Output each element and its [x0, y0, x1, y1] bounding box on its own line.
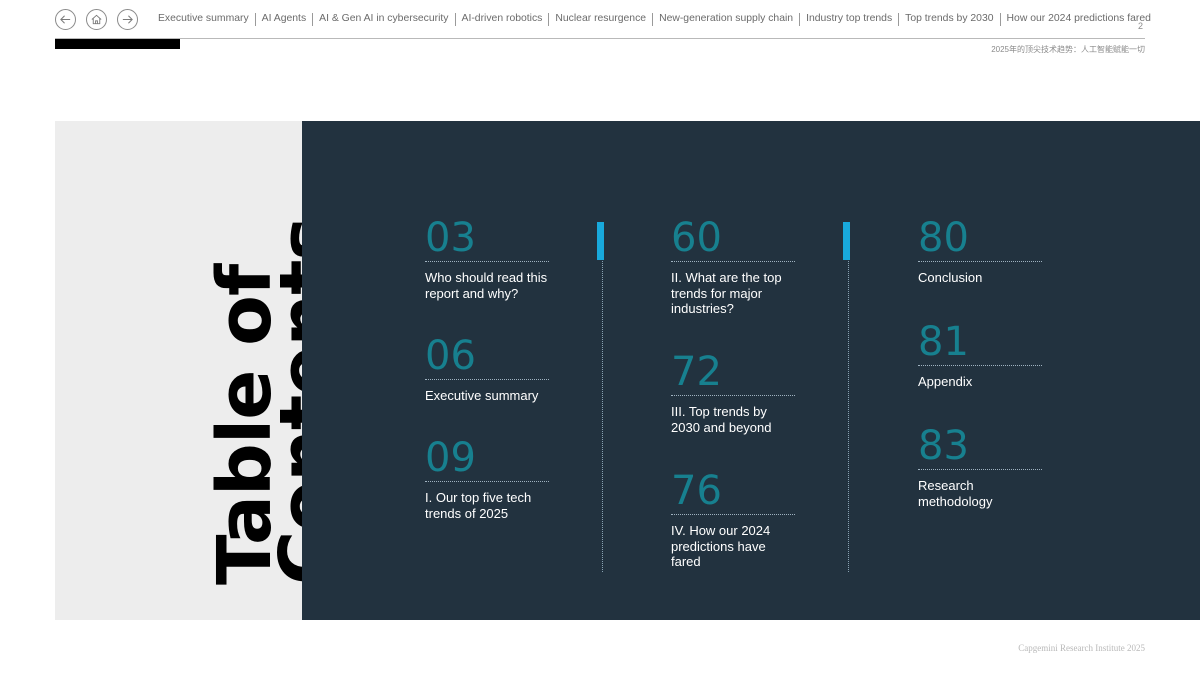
document-subtitle: 2025年的顶尖技术趋势：人工智能赋能一切	[991, 45, 1145, 54]
toc-entry-label: Executive summary	[425, 388, 539, 403]
nav-link-2024-predictions[interactable]: How our 2024 predictions fared	[1001, 12, 1157, 26]
column-accent-bar	[843, 222, 850, 260]
toc-entry-rule	[918, 261, 1042, 262]
toc-entry-rule	[671, 514, 795, 515]
toc-entry-label: Research methodology	[918, 478, 993, 509]
home-button[interactable]	[86, 9, 107, 30]
toc-entry-label: Conclusion	[918, 270, 983, 285]
toc-page-number: 76	[671, 468, 722, 514]
toc-entry[interactable]: 72 III. Top trends by 2030 and beyond	[671, 351, 796, 435]
toc-entry-rule	[425, 261, 549, 262]
nav-link-industry-trends[interactable]: Industry top trends	[800, 12, 898, 26]
nav-link-trends-2030[interactable]: Top trends by 2030	[899, 12, 999, 26]
top-navigation: Executive summary AI Agents AI & Gen AI …	[152, 12, 1157, 26]
toc-page-number: 81	[918, 319, 969, 365]
nav-link-executive-summary[interactable]: Executive summary	[152, 12, 255, 26]
toc-entry-rule	[671, 395, 795, 396]
toc-entry[interactable]: 60 II. What are the top trends for major…	[671, 217, 796, 317]
toc-entry-rule	[918, 365, 1042, 366]
toc-entry-rule	[671, 261, 795, 262]
toc-entry[interactable]: 09 I. Our top five tech trends of 2025	[425, 437, 550, 521]
column-divider	[848, 222, 849, 572]
toc-entry-label: Who should read this report and why?	[425, 270, 548, 301]
page-number: 2	[1138, 21, 1144, 31]
toc-entry[interactable]: 80 Conclusion	[918, 217, 1043, 286]
toc-entry-rule	[425, 379, 549, 380]
toc-page-number: 06	[425, 333, 476, 379]
nav-link-nuclear[interactable]: Nuclear resurgence	[549, 12, 652, 26]
toc-entry-rule	[425, 481, 549, 482]
toc-entry-label: Appendix	[918, 374, 973, 389]
column-accent-bar	[597, 222, 604, 260]
toc-page-number: 80	[918, 215, 969, 261]
back-button[interactable]	[55, 9, 76, 30]
toc-page-number: 09	[425, 435, 476, 481]
toc-entry-label: III. Top trends by 2030 and beyond	[671, 404, 772, 435]
forward-button[interactable]	[117, 9, 138, 30]
toc-entry[interactable]: 06 Executive summary	[425, 335, 550, 404]
toc-entry-label: II. What are the top trends for major in…	[671, 270, 782, 316]
toc-entry-rule	[918, 469, 1042, 470]
nav-link-ai-agents[interactable]: AI Agents	[256, 12, 312, 26]
toc-entry[interactable]: 76 IV. How our 2024 predictions have far…	[671, 470, 796, 570]
nav-link-robotics[interactable]: AI-driven robotics	[456, 12, 549, 26]
toc-page-number: 83	[918, 423, 969, 469]
arrow-right-icon	[122, 15, 133, 24]
header-divider	[55, 38, 1145, 39]
home-icon	[91, 14, 102, 25]
nav-buttons	[55, 9, 138, 30]
nav-link-cybersecurity[interactable]: AI & Gen AI in cybersecurity	[313, 12, 454, 26]
column-divider	[602, 222, 603, 572]
nav-link-supply-chain[interactable]: New-generation supply chain	[653, 12, 799, 26]
header-accent-bar	[55, 39, 180, 49]
toc-page-number: 60	[671, 215, 722, 261]
toc-entry[interactable]: 81 Appendix	[918, 321, 1043, 390]
toc-entry[interactable]: 03 Who should read this report and why?	[425, 217, 550, 301]
toc-entry-label: IV. How our 2024 predictions have fared	[671, 523, 771, 569]
toc-entry-label: I. Our top five tech trends of 2025	[425, 490, 532, 521]
toc-content-panel: 03 Who should read this report and why? …	[302, 121, 1200, 620]
toc-entry[interactable]: 83 Research methodology	[918, 425, 1043, 509]
toc-page-number: 72	[671, 349, 722, 395]
toc-page-number: 03	[425, 215, 476, 261]
footer-credit: Capgemini Research Institute 2025	[1018, 643, 1145, 653]
arrow-left-icon	[60, 15, 71, 24]
